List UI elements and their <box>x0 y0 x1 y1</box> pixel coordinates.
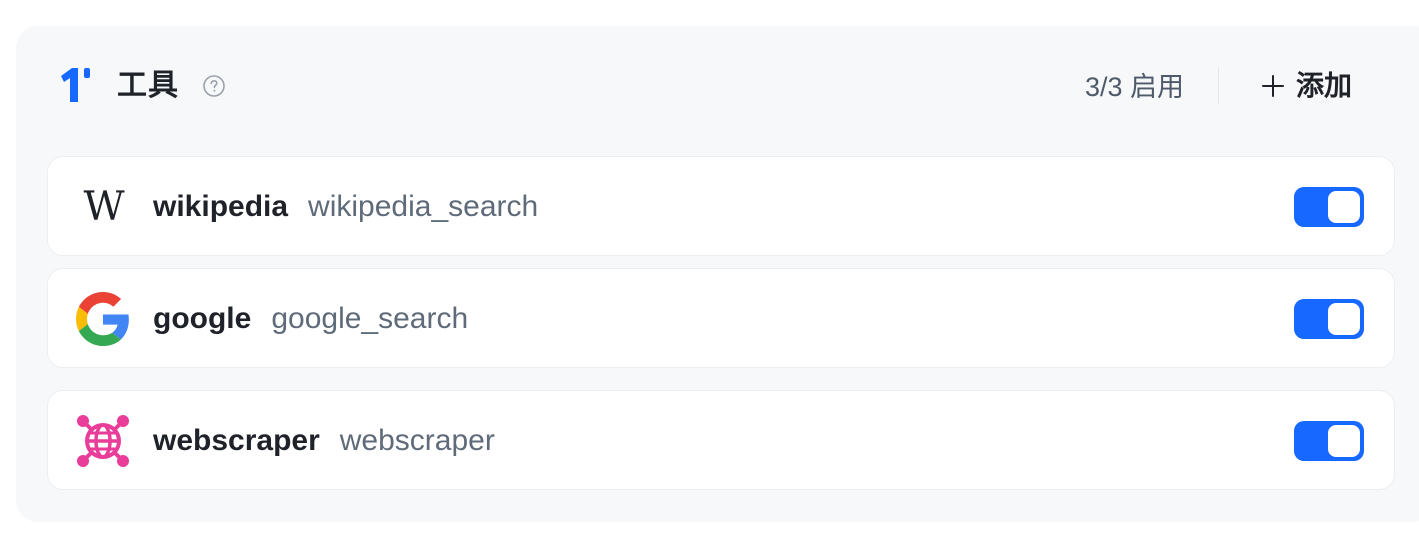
tool-enable-toggle[interactable] <box>1294 299 1364 339</box>
tool-name: wikipedia <box>153 190 289 223</box>
tool-enable-toggle[interactable] <box>1294 421 1364 461</box>
toggle-knob <box>1328 191 1360 223</box>
plus-icon <box>1262 75 1284 97</box>
tool-card-webscraper: webscraper webscraper <box>47 390 1395 490</box>
tools-panel: 工具 3/3 启用 添加 W wikipedia wikipedia_searc… <box>16 26 1419 522</box>
tool-card-wikipedia: W wikipedia wikipedia_search <box>47 156 1395 256</box>
wikipedia-icon: W <box>83 184 124 230</box>
help-icon[interactable] <box>202 74 226 98</box>
tool-name: google <box>153 302 252 335</box>
tool-name: webscraper <box>153 424 320 457</box>
tool-id: webscraper <box>339 424 495 457</box>
section-title: 工具 <box>117 69 179 102</box>
tool-id: google_search <box>271 302 469 335</box>
google-icon <box>75 291 131 347</box>
toggle-knob <box>1328 425 1360 457</box>
enabled-count: 3/3 启用 <box>1084 72 1184 102</box>
tools-header: 工具 3/3 启用 添加 <box>16 26 1419 146</box>
toggle-knob <box>1328 303 1360 335</box>
tool-id: wikipedia_search <box>308 190 539 223</box>
tools-logo-icon <box>61 68 90 102</box>
add-tool-button[interactable]: 添加 <box>1262 66 1352 106</box>
header-divider <box>1218 68 1219 104</box>
webscraper-globe-icon <box>75 413 131 469</box>
tool-enable-toggle[interactable] <box>1294 187 1364 227</box>
add-label: 添加 <box>1296 70 1353 101</box>
tool-card-google: google google_search <box>47 268 1395 368</box>
